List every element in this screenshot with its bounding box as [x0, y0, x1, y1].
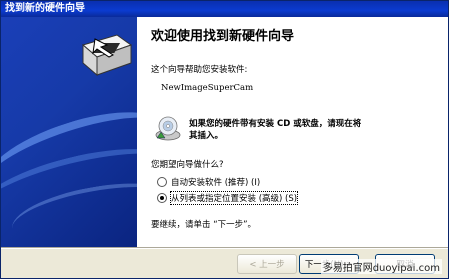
option-auto-install-label[interactable]: 自动安装软件 (推荐) (I) [171, 176, 260, 188]
back-button[interactable]: < 上一步 [237, 254, 297, 274]
option-list-install-label[interactable]: 从列表或指定位置安装 (高级) (S) [169, 191, 299, 205]
button-separator [1, 247, 448, 249]
watermark: 多易拍官网duoyipai.com [320, 259, 442, 274]
wizard-sidebar [1, 17, 137, 247]
continue-text: 要继续，请单击 “下一步”。 [151, 220, 257, 230]
cd-icon [155, 116, 181, 141]
title-bar[interactable]: 找到新的硬件向导 [1, 1, 448, 17]
hardware-wizard-icon [81, 34, 133, 77]
question-text: 您期望向导做什么? [151, 160, 224, 170]
device-name: NewImageSuperCam [161, 83, 254, 93]
cd-note-line2: 其插入。 [189, 131, 224, 141]
intro-text: 这个向导帮助您安装软件: [151, 65, 248, 75]
cd-note-line1: 如果您的硬件带有安装 CD 或软盘，请现在将 [189, 119, 362, 129]
wizard-content: 欢迎使用找到新硬件向导 这个向导帮助您安装软件: NewImageSuperCa… [137, 17, 448, 247]
window-title: 找到新的硬件向导 [5, 3, 85, 14]
wizard-window: 找到新的硬件向导 欢迎使用找到新硬件向导 这个向导帮助您安装软件: NewIma… [0, 0, 449, 279]
wizard-heading: 欢迎使用找到新硬件向导 [151, 29, 295, 44]
radio-auto-install[interactable] [157, 177, 167, 187]
radio-list-install[interactable] [157, 193, 167, 203]
